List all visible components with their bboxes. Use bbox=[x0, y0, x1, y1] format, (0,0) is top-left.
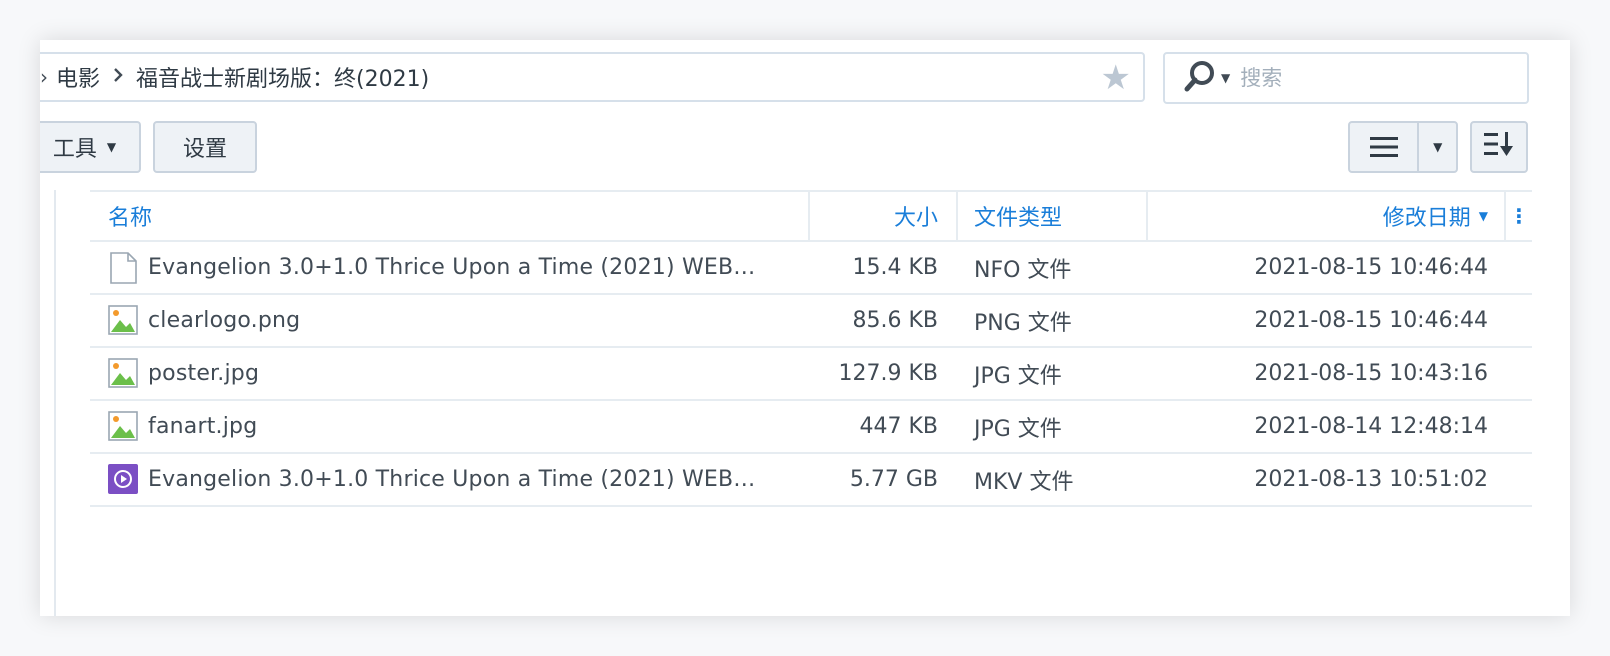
cell-type: MKV 文件 bbox=[974, 469, 1074, 495]
tools-button[interactable]: 工具 ▼ bbox=[40, 121, 141, 173]
sort-desc-icon: ▼ bbox=[1478, 209, 1488, 223]
image-icon bbox=[108, 304, 138, 337]
file-list-area[interactable]: 名称 大小 文件类型 修改日期 ▼ ⋮ Evangelion 3.0+1.0 T… bbox=[54, 190, 1570, 616]
cell-modified: 2021-08-15 10:46:44 bbox=[1254, 308, 1488, 333]
settings-button[interactable]: 设置 bbox=[153, 121, 257, 173]
file-name[interactable]: Evangelion 3.0+1.0 Thrice Upon a Time (2… bbox=[148, 255, 756, 280]
cell-name: clearlogo.png bbox=[90, 304, 808, 337]
cell-name: poster.jpg bbox=[90, 357, 808, 390]
table-row[interactable]: clearlogo.png 85.6 KB PNG 文件 2021-08-15 … bbox=[90, 295, 1532, 348]
search-input[interactable] bbox=[1238, 65, 1493, 91]
cell-size: 15.4 KB bbox=[852, 255, 939, 280]
file-name[interactable]: poster.jpg bbox=[148, 361, 259, 386]
column-header-size[interactable]: 大小 bbox=[808, 192, 956, 240]
chevron-right-icon[interactable]: › bbox=[40, 65, 48, 89]
cell-size: 5.77 GB bbox=[849, 467, 938, 492]
column-options-icon[interactable]: ⋮ bbox=[1504, 192, 1532, 240]
chevron-down-icon: ▼ bbox=[106, 140, 117, 154]
path-bar[interactable]: › 电影 福音战士新剧场版：终(2021) ★ bbox=[40, 52, 1145, 102]
file-station-window: › 电影 福音战士新剧场版：终(2021) ★ ▼ 工具 ▼ 设置 bbox=[40, 40, 1570, 616]
star-icon[interactable]: ★ bbox=[1101, 60, 1131, 96]
file-name[interactable]: fanart.jpg bbox=[148, 414, 257, 439]
document-icon bbox=[108, 251, 138, 284]
cell-modified: 2021-08-14 12:48:14 bbox=[1254, 414, 1488, 439]
table-row[interactable]: fanart.jpg 447 KB JPG 文件 2021-08-14 12:4… bbox=[90, 401, 1532, 454]
cell-modified: 2021-08-15 10:43:16 bbox=[1254, 361, 1488, 386]
table-row[interactable]: Evangelion 3.0+1.0 Thrice Upon a Time (2… bbox=[90, 454, 1532, 507]
cell-modified: 2021-08-15 10:46:44 bbox=[1254, 255, 1488, 280]
cell-name: fanart.jpg bbox=[90, 410, 808, 443]
sort-icon bbox=[1483, 131, 1515, 163]
search-box[interactable]: ▼ bbox=[1163, 52, 1529, 104]
column-header-name[interactable]: 名称 bbox=[90, 192, 808, 240]
cell-size: 127.9 KB bbox=[838, 361, 939, 386]
file-table: 名称 大小 文件类型 修改日期 ▼ ⋮ Evangelion 3.0+1.0 T… bbox=[90, 190, 1532, 507]
cell-size: 447 KB bbox=[859, 414, 938, 439]
table-row[interactable]: poster.jpg 127.9 KB JPG 文件 2021-08-15 10… bbox=[90, 348, 1532, 401]
cell-name: Evangelion 3.0+1.0 Thrice Upon a Time (2… bbox=[90, 251, 808, 284]
search-icon[interactable] bbox=[1179, 58, 1219, 98]
cell-type: JPG 文件 bbox=[974, 363, 1062, 389]
column-header-modified-label: 修改日期 bbox=[1382, 206, 1471, 231]
list-view-icon[interactable] bbox=[1350, 123, 1420, 171]
chevron-right-icon bbox=[112, 67, 124, 87]
table-body: Evangelion 3.0+1.0 Thrice Upon a Time (2… bbox=[90, 242, 1532, 507]
image-icon bbox=[108, 410, 138, 443]
cell-type: NFO 文件 bbox=[974, 257, 1072, 283]
column-header-modified[interactable]: 修改日期 ▼ bbox=[1146, 192, 1504, 240]
cell-size: 85.6 KB bbox=[852, 308, 939, 333]
file-name[interactable]: clearlogo.png bbox=[148, 308, 300, 333]
view-mode-button[interactable]: ▼ bbox=[1348, 121, 1458, 173]
sort-button[interactable] bbox=[1470, 121, 1528, 173]
cell-name: Evangelion 3.0+1.0 Thrice Upon a Time (2… bbox=[90, 463, 808, 496]
table-header: 名称 大小 文件类型 修改日期 ▼ ⋮ bbox=[90, 190, 1532, 242]
column-header-type[interactable]: 文件类型 bbox=[956, 192, 1146, 240]
image-icon bbox=[108, 357, 138, 390]
chevron-down-icon[interactable]: ▼ bbox=[1419, 140, 1456, 154]
cell-modified: 2021-08-13 10:51:02 bbox=[1254, 467, 1488, 492]
video-icon bbox=[108, 463, 138, 496]
chevron-down-icon[interactable]: ▼ bbox=[1221, 71, 1230, 85]
cell-type: JPG 文件 bbox=[974, 416, 1062, 442]
tools-label: 工具 bbox=[52, 137, 97, 162]
settings-label: 设置 bbox=[182, 137, 227, 162]
cell-type: PNG 文件 bbox=[974, 310, 1072, 336]
table-row[interactable]: Evangelion 3.0+1.0 Thrice Upon a Time (2… bbox=[90, 242, 1532, 295]
breadcrumb-item[interactable]: 电影 bbox=[56, 61, 100, 93]
breadcrumb-item-current[interactable]: 福音战士新剧场版：终(2021) bbox=[136, 61, 429, 93]
file-name[interactable]: Evangelion 3.0+1.0 Thrice Upon a Time (2… bbox=[148, 467, 756, 492]
